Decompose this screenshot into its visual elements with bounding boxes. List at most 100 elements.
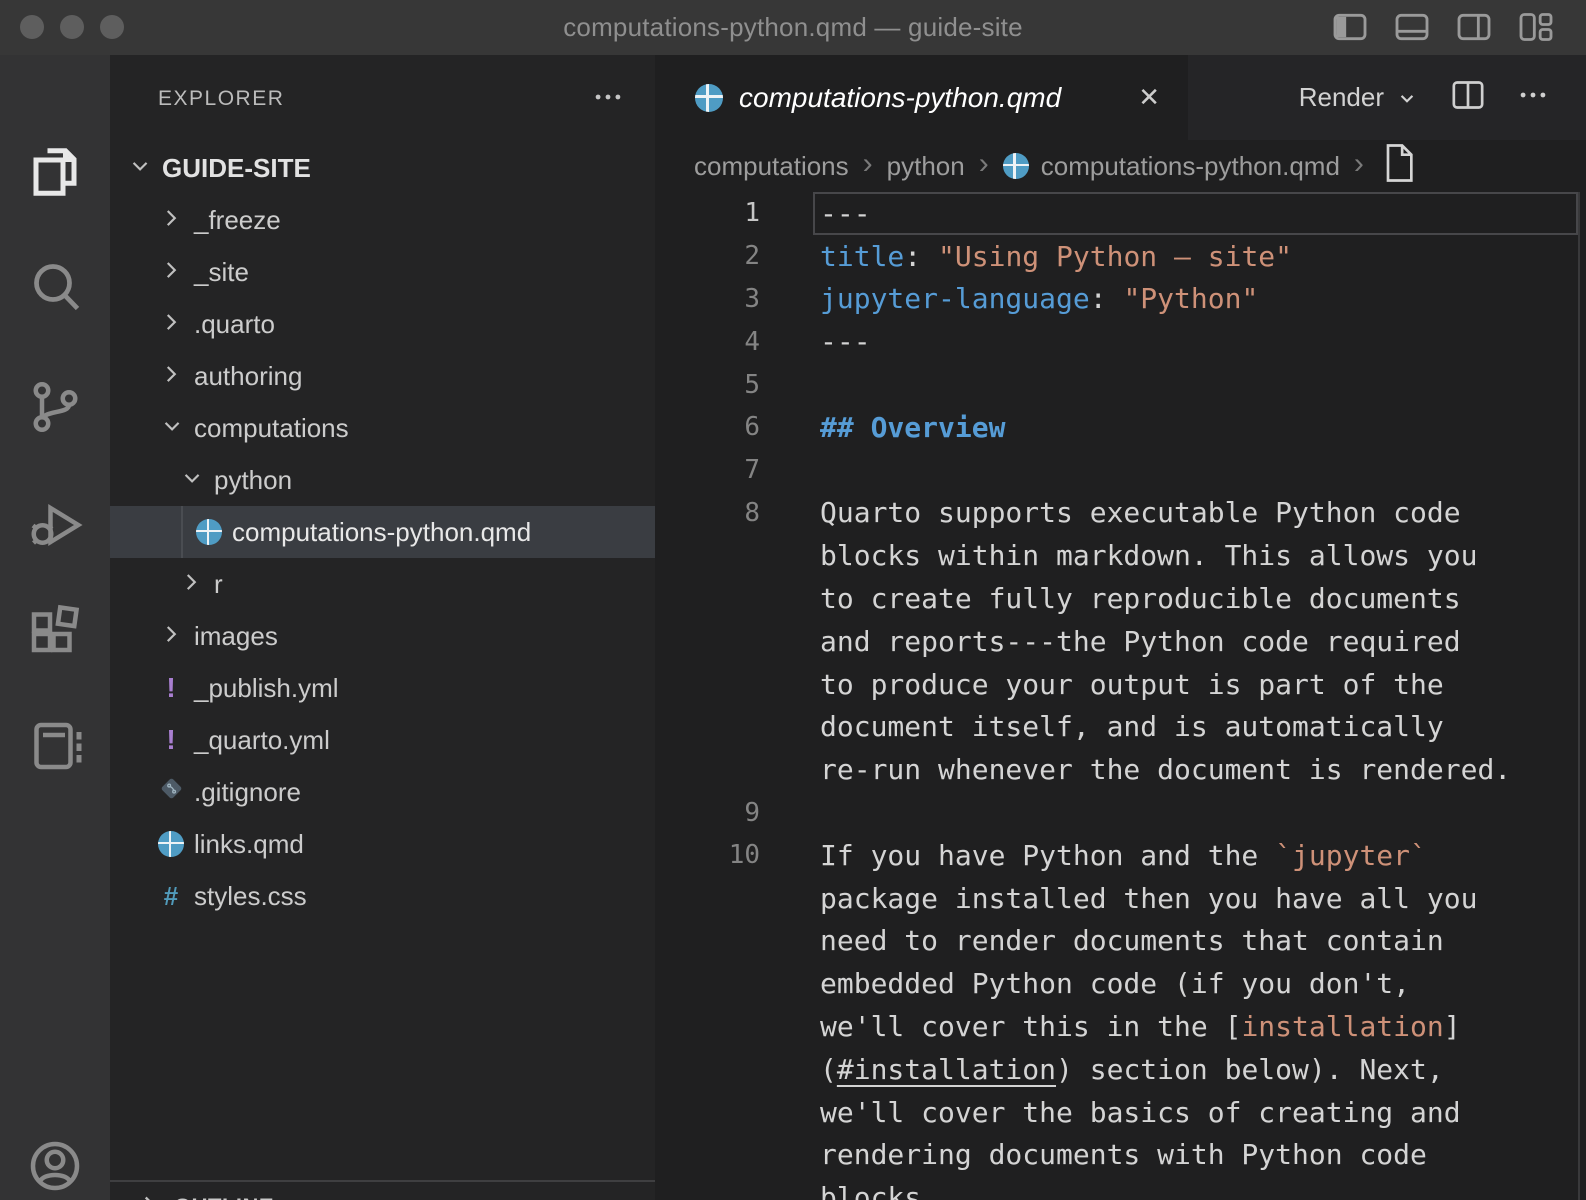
breadcrumb-item[interactable] xyxy=(1378,141,1398,192)
close-window-button[interactable] xyxy=(20,15,44,39)
code-line[interactable]: we'll cover the basics of creating and xyxy=(655,1091,1586,1134)
tree-item-authoring[interactable]: authoring xyxy=(110,350,655,402)
code-line[interactable]: 7 xyxy=(655,449,1586,492)
code-line[interactable]: rendering documents with Python code xyxy=(655,1134,1586,1177)
chevron-right-icon xyxy=(136,1191,162,1200)
tree-item-links-qmd[interactable]: links.qmd xyxy=(110,818,655,870)
tree-item--gitignore[interactable]: .gitignore xyxy=(110,766,655,818)
code-line-text: package installed then you have all you xyxy=(760,882,1586,915)
tree-item-label: images xyxy=(194,621,278,652)
code-line[interactable]: we'll cover this in the [installation] xyxy=(655,1005,1586,1048)
tree-item-label: _site xyxy=(194,257,249,288)
tree-item-label: computations-python.qmd xyxy=(232,517,531,548)
toggle-primary-sidebar-icon[interactable] xyxy=(1330,7,1370,47)
breadcrumb-item[interactable]: python xyxy=(887,151,965,182)
git-file-icon xyxy=(158,775,185,809)
code-line-text: --- xyxy=(760,325,1586,358)
line-number: 5 xyxy=(655,370,760,400)
code-line[interactable]: 6## Overview xyxy=(655,406,1586,449)
tree-item-r[interactable]: r xyxy=(110,558,655,610)
tree-item--site[interactable]: _site xyxy=(110,246,655,298)
tab-computations-python[interactable]: computations-python.qmd ✕ xyxy=(655,55,1188,140)
outline-section-header[interactable]: OUTLINE xyxy=(110,1180,655,1200)
breadcrumb-label: computations xyxy=(694,151,849,182)
breadcrumb-item[interactable]: computations-python.qmd xyxy=(1003,151,1340,182)
file-outline-icon xyxy=(1378,141,1418,192)
breadcrumb-separator-icon: › xyxy=(979,149,989,183)
source-control-icon[interactable] xyxy=(25,377,85,437)
close-tab-icon[interactable]: ✕ xyxy=(1134,82,1164,113)
code-line[interactable]: 3jupyter-language: "Python" xyxy=(655,278,1586,321)
minimize-window-button[interactable] xyxy=(60,15,84,39)
scrollbar[interactable] xyxy=(1578,192,1580,1200)
code-line[interactable]: 10If you have Python and the `jupyter` xyxy=(655,834,1586,877)
code-line[interactable]: 9 xyxy=(655,791,1586,834)
tree-item-label: authoring xyxy=(194,361,302,392)
extensions-icon[interactable] xyxy=(25,602,85,662)
breadcrumb-label: computations-python.qmd xyxy=(1041,151,1340,182)
zoom-window-button[interactable] xyxy=(100,15,124,39)
line-number: 4 xyxy=(655,327,760,357)
chevron-right-icon xyxy=(158,256,184,289)
quarto-file-icon xyxy=(158,831,184,857)
tree-item-label: _freeze xyxy=(194,205,281,236)
tree-item--publish-yml[interactable]: !_publish.yml xyxy=(110,662,655,714)
tree-item-styles-css[interactable]: #styles.css xyxy=(110,870,655,922)
toggle-secondary-sidebar-icon[interactable] xyxy=(1454,7,1494,47)
split-editor-icon[interactable] xyxy=(1448,75,1488,120)
code-line[interactable]: 4--- xyxy=(655,320,1586,363)
tree-item-images[interactable]: images xyxy=(110,610,655,662)
notebook-icon[interactable] xyxy=(25,716,85,776)
code-line[interactable]: to create fully reproducible documents xyxy=(655,577,1586,620)
tree-item-label: .quarto xyxy=(194,309,275,340)
tree-item--quarto[interactable]: .quarto xyxy=(110,298,655,350)
tree-item--freeze[interactable]: _freeze xyxy=(110,194,655,246)
code-line[interactable]: blocks. xyxy=(655,1176,1586,1200)
code-line[interactable]: blocks within markdown. This allows you xyxy=(655,534,1586,577)
code-line-text: (#installation) section below). Next, xyxy=(760,1053,1586,1086)
breadcrumb-label: python xyxy=(887,151,965,182)
render-button[interactable]: Render xyxy=(1299,82,1420,113)
code-line[interactable]: 5 xyxy=(655,363,1586,406)
code-line[interactable]: embedded Python code (if you don't, xyxy=(655,962,1586,1005)
debug-icon[interactable] xyxy=(25,495,85,555)
tree-item--quarto-yml[interactable]: !_quarto.yml xyxy=(110,714,655,766)
tree-item-label: python xyxy=(214,465,292,496)
line-number: 7 xyxy=(655,455,760,485)
code-line[interactable]: 2title: "Using Python — site" xyxy=(655,235,1586,278)
editor-more-actions-icon[interactable] xyxy=(1516,78,1550,117)
tree-item-computations-python-qmd[interactable]: computations-python.qmd xyxy=(110,506,655,558)
explorer-more-actions-icon[interactable] xyxy=(591,80,625,119)
render-label: Render xyxy=(1299,82,1384,113)
account-icon[interactable] xyxy=(25,1136,85,1196)
breadcrumb-item[interactable]: computations xyxy=(694,151,849,182)
code-line[interactable]: 8Quarto supports executable Python code xyxy=(655,492,1586,535)
code-line[interactable]: re-run whenever the document is rendered… xyxy=(655,748,1586,791)
outline-label: OUTLINE xyxy=(174,1194,274,1200)
code-line-text: document itself, and is automatically xyxy=(760,710,1586,743)
code-line[interactable]: 1--- xyxy=(655,192,1586,235)
toggle-panel-icon[interactable] xyxy=(1392,7,1432,47)
code-line[interactable]: document itself, and is automatically xyxy=(655,706,1586,749)
chevron-down-icon xyxy=(158,412,184,445)
code-line-text: we'll cover this in the [installation] xyxy=(760,1010,1586,1043)
tree-item-python[interactable]: python xyxy=(110,454,655,506)
tree-item-guide-site[interactable]: GUIDE-SITE xyxy=(110,142,655,194)
code-editor: 1---2title: "Using Python — site"3jupyte… xyxy=(655,192,1586,1200)
code-line-text: jupyter-language: "Python" xyxy=(760,282,1586,315)
code-line[interactable]: and reports---the Python code required xyxy=(655,620,1586,663)
breadcrumb-separator-icon: › xyxy=(863,149,873,183)
code-line[interactable]: need to render documents that contain xyxy=(655,920,1586,963)
code-line[interactable]: to produce your output is part of the xyxy=(655,663,1586,706)
code-line-text: ## Overview xyxy=(760,411,1586,444)
files-icon[interactable] xyxy=(25,142,85,202)
tree-item-computations[interactable]: computations xyxy=(110,402,655,454)
code-line[interactable]: (#installation) section below). Next, xyxy=(655,1048,1586,1091)
window-title: computations-python.qmd — guide-site xyxy=(563,12,1023,43)
code-line-text: need to render documents that contain xyxy=(760,924,1586,957)
chevron-down-icon xyxy=(178,464,204,497)
code-line[interactable]: package installed then you have all you xyxy=(655,877,1586,920)
customize-layout-icon[interactable] xyxy=(1516,7,1556,47)
search-icon[interactable] xyxy=(25,257,85,317)
css-file-icon: # xyxy=(164,883,178,909)
